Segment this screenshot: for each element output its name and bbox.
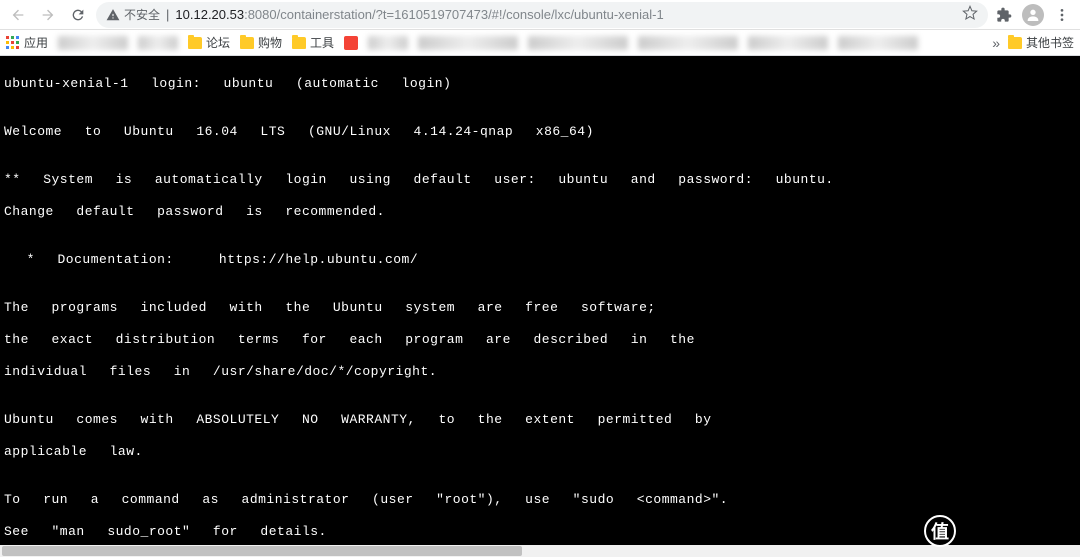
watermark-text: 什么值得买 [960,515,1070,547]
toolbar-right [994,4,1074,26]
security-warning: 不安全 [106,6,160,23]
profile-avatar[interactable] [1022,4,1044,26]
extensions-icon[interactable] [994,5,1014,25]
bookmark-blurred-4[interactable] [418,36,518,50]
bookmark-blurred-1[interactable] [58,36,128,50]
apps-button[interactable]: 应用 [6,34,48,51]
overflow-icon[interactable]: » [992,35,1000,51]
star-icon[interactable] [962,5,978,24]
reload-button[interactable] [66,3,90,27]
bookmark-bar: 应用 论坛 购物 工具 » 其他书签 [0,30,1080,56]
apps-label: 应用 [24,34,48,51]
bookmark-red[interactable] [344,36,358,50]
security-warning-text: 不安全 [124,6,160,23]
bookmark-blurred-6[interactable] [638,36,738,50]
bookmark-shopping[interactable]: 购物 [240,34,282,51]
terminal-line: ** System is automatically login using d… [4,172,1076,188]
other-bookmarks[interactable]: 其他书签 [1008,34,1074,51]
terminal-line: Welcome to Ubuntu 16.04 LTS (GNU/Linux 4… [4,124,1076,140]
browser-toolbar: 不安全 | 10.12.20.53:8080/containerstation/… [0,0,1080,30]
bookmark-blurred-3[interactable] [368,36,408,50]
terminal-line: individual files in /usr/share/doc/*/cop… [4,364,1076,380]
scrollbar-thumb[interactable] [2,546,522,556]
folder-icon [1008,37,1022,49]
horizontal-scrollbar[interactable] [0,545,1080,557]
url-text: 10.12.20.53:8080/containerstation/?t=161… [175,7,663,22]
terminal-line: * Documentation: https://help.ubuntu.com… [4,252,1076,268]
terminal-line: ubuntu-xenial-1 login: ubuntu (automatic… [4,76,1076,92]
forward-button[interactable] [36,3,60,27]
bookmark-forum[interactable]: 论坛 [188,34,230,51]
menu-icon[interactable] [1052,5,1072,25]
apps-icon [6,36,20,50]
folder-icon [292,37,306,49]
bookmark-blurred-8[interactable] [838,36,918,50]
bookmark-blurred-5[interactable] [528,36,628,50]
bookmark-blurred-2[interactable] [138,36,178,50]
folder-icon [240,37,254,49]
terminal-line: The programs included with the Ubuntu sy… [4,300,1076,316]
terminal-line: Ubuntu comes with ABSOLUTELY NO WARRANTY… [4,412,1076,428]
folder-icon [188,37,202,49]
terminal-line: Change default password is recommended. [4,204,1076,220]
terminal-line: To run a command as administrator (user … [4,492,1076,508]
address-bar[interactable]: 不安全 | 10.12.20.53:8080/containerstation/… [96,2,988,28]
terminal-line: applicable law. [4,444,1076,460]
bookmark-blurred-7[interactable] [748,36,828,50]
back-button[interactable] [6,3,30,27]
watermark: 值 什么值得买 [924,515,1070,547]
terminal-line: See "man sudo_root" for details. [4,524,1076,540]
bookmark-tools[interactable]: 工具 [292,34,334,51]
terminal-console[interactable]: ubuntu-xenial-1 login: ubuntu (automatic… [0,56,1080,545]
watermark-logo: 值 [924,515,956,547]
terminal-line: the exact distribution terms for each pr… [4,332,1076,348]
red-icon [344,36,358,50]
